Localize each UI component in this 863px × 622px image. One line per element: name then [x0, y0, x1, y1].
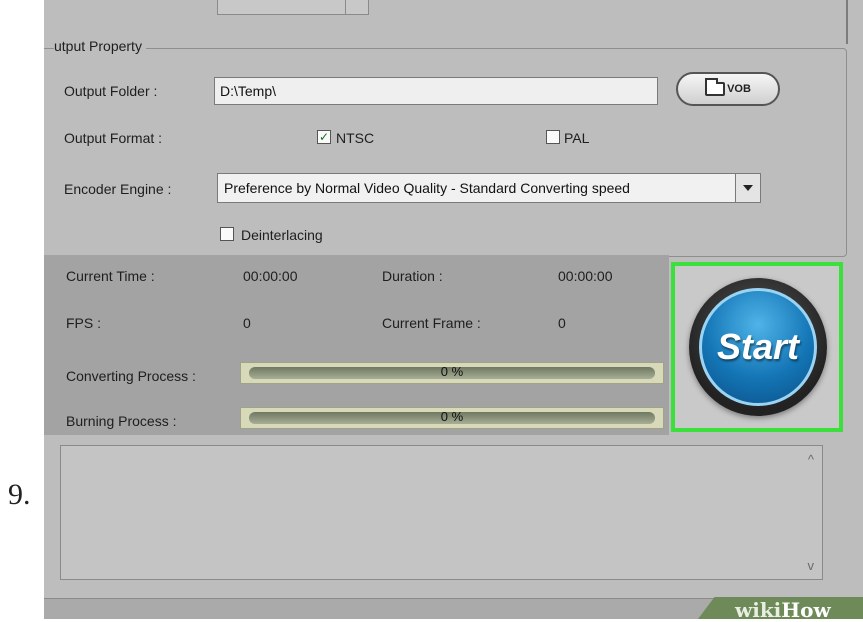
converting-progress-text: 0 %	[440, 364, 464, 379]
start-button[interactable]: Start	[689, 278, 827, 416]
top-dropdown-stub[interactable]	[217, 0, 369, 15]
step-number: 9.	[8, 478, 31, 511]
deinterlacing-label: Deinterlacing	[241, 227, 323, 243]
wikihow-watermark: wikiHow	[735, 598, 831, 622]
encoder-engine-label: Encoder Engine :	[64, 181, 172, 197]
pal-label: PAL	[564, 130, 590, 146]
vob-browse-button[interactable]: VOB	[676, 72, 780, 106]
output-format-label: Output Format :	[64, 130, 163, 146]
scroll-down-icon[interactable]: v	[808, 558, 815, 573]
current-time-label: Current Time :	[66, 268, 155, 284]
vob-button-label: VOB	[727, 83, 751, 95]
start-button-highlight: Start	[671, 262, 843, 432]
window-edge	[846, 0, 848, 44]
fps-value: 0	[243, 315, 251, 331]
deinterlacing-checkbox[interactable]	[220, 227, 234, 241]
output-folder-input[interactable]: D:\Temp\	[214, 77, 658, 105]
converter-window: utput Property Output Folder : D:\Temp\ …	[44, 0, 863, 619]
current-frame-label: Current Frame :	[382, 315, 481, 331]
log-textarea[interactable]: ^ v	[60, 445, 823, 580]
fps-label: FPS :	[66, 315, 102, 331]
start-button-label: Start	[716, 326, 800, 367]
group-title: utput Property	[54, 38, 146, 54]
converting-progress-bar: 0 %	[240, 362, 664, 384]
encoder-engine-select[interactable]: Preference by Normal Video Quality - Sta…	[217, 173, 761, 203]
output-folder-label: Output Folder :	[64, 83, 158, 99]
duration-value: 00:00:00	[558, 268, 613, 284]
ntsc-label: NTSC	[336, 130, 375, 146]
scroll-up-icon[interactable]: ^	[808, 452, 814, 467]
chevron-down-icon[interactable]	[735, 174, 760, 202]
encoder-engine-value: Preference by Normal Video Quality - Sta…	[224, 180, 630, 196]
burning-process-label: Burning Process :	[66, 413, 177, 429]
pal-checkbox[interactable]	[546, 130, 560, 144]
folder-icon	[705, 78, 726, 96]
current-time-value: 00:00:00	[243, 268, 298, 284]
current-frame-value: 0	[558, 315, 566, 331]
duration-label: Duration :	[382, 268, 443, 284]
start-button-face[interactable]: Start	[699, 288, 817, 406]
burning-progress-bar: 0 %	[240, 407, 664, 429]
ntsc-checkbox[interactable]: ✓	[317, 130, 331, 144]
converting-process-label: Converting Process :	[66, 368, 196, 384]
burning-progress-text: 0 %	[440, 409, 464, 424]
